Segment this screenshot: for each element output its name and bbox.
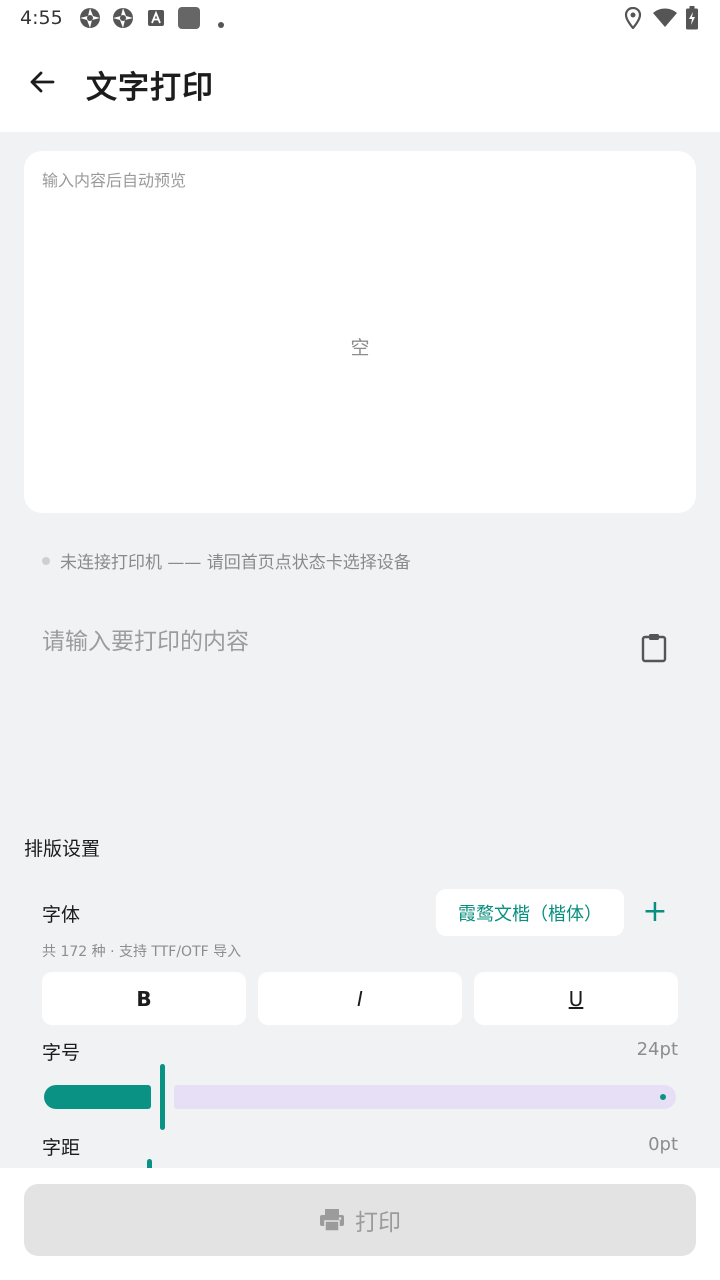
- dot-icon: [217, 14, 225, 28]
- letter-spacing-label: 字距: [42, 1137, 81, 1159]
- preview-card: 输入内容后自动预览 空: [24, 151, 696, 513]
- page-title: 文字打印: [86, 70, 214, 106]
- font-selector-button[interactable]: 霞鹜文楷（楷体）: [436, 889, 624, 936]
- square-app-icon: [178, 7, 200, 29]
- printer-icon: [319, 1208, 345, 1232]
- slider-inactive-track: [174, 1085, 676, 1109]
- font-size-label: 字号: [42, 1042, 81, 1064]
- aperture-icon: [79, 7, 101, 29]
- printer-connection-status: 未连接打印机 —— 请回首页点状态卡选择设备: [42, 548, 411, 573]
- font-app-icon: [147, 9, 169, 31]
- bold-button[interactable]: B: [42, 972, 246, 1025]
- status-dot-icon: [42, 556, 50, 565]
- app-bar: 文字打印: [0, 36, 720, 132]
- content-input[interactable]: [42, 622, 602, 782]
- text-print-screen: 4:55 文字打印 输入内容后自动预览 空 未连接打印机 —— 请回首页点状态卡…: [0, 0, 720, 1280]
- slider-active-track: [44, 1085, 151, 1109]
- font-size-value: 24pt: [636, 1039, 678, 1060]
- add-font-button[interactable]: +: [636, 893, 674, 931]
- aperture-icon: [112, 7, 134, 29]
- clipboard-icon: [641, 633, 667, 667]
- slider-end-dot: [660, 1094, 666, 1100]
- font-size-slider[interactable]: [44, 1064, 676, 1130]
- bottom-bar: 打印: [0, 1168, 720, 1280]
- slider-thumb[interactable]: [160, 1064, 165, 1130]
- font-count-text: 共 172 种 · 支持 TTF/OTF 导入: [42, 944, 242, 960]
- status-time: 4:55: [20, 7, 63, 29]
- battery-charging-icon: [685, 6, 699, 34]
- connection-status-text: 未连接打印机 —— 请回首页点状态卡选择设备: [60, 553, 411, 573]
- layout-settings-title: 排版设置: [24, 838, 101, 860]
- italic-button[interactable]: I: [258, 972, 462, 1025]
- arrow-left-icon: [28, 68, 56, 100]
- font-label: 字体: [42, 904, 81, 926]
- preview-hint: 输入内容后自动预览: [42, 171, 187, 190]
- preview-empty-text: 空: [350, 337, 370, 359]
- location-icon: [624, 6, 642, 33]
- content-input-area: [24, 612, 696, 802]
- back-button[interactable]: [18, 62, 66, 106]
- letter-spacing-value: 0pt: [648, 1134, 678, 1155]
- status-bar: 4:55: [0, 0, 720, 36]
- print-button-label: 打印: [355, 1210, 401, 1236]
- paste-button[interactable]: [636, 632, 672, 668]
- wifi-icon: [652, 8, 678, 32]
- underline-button[interactable]: U: [474, 972, 678, 1025]
- plus-icon: +: [642, 894, 668, 929]
- print-button[interactable]: 打印: [24, 1184, 696, 1256]
